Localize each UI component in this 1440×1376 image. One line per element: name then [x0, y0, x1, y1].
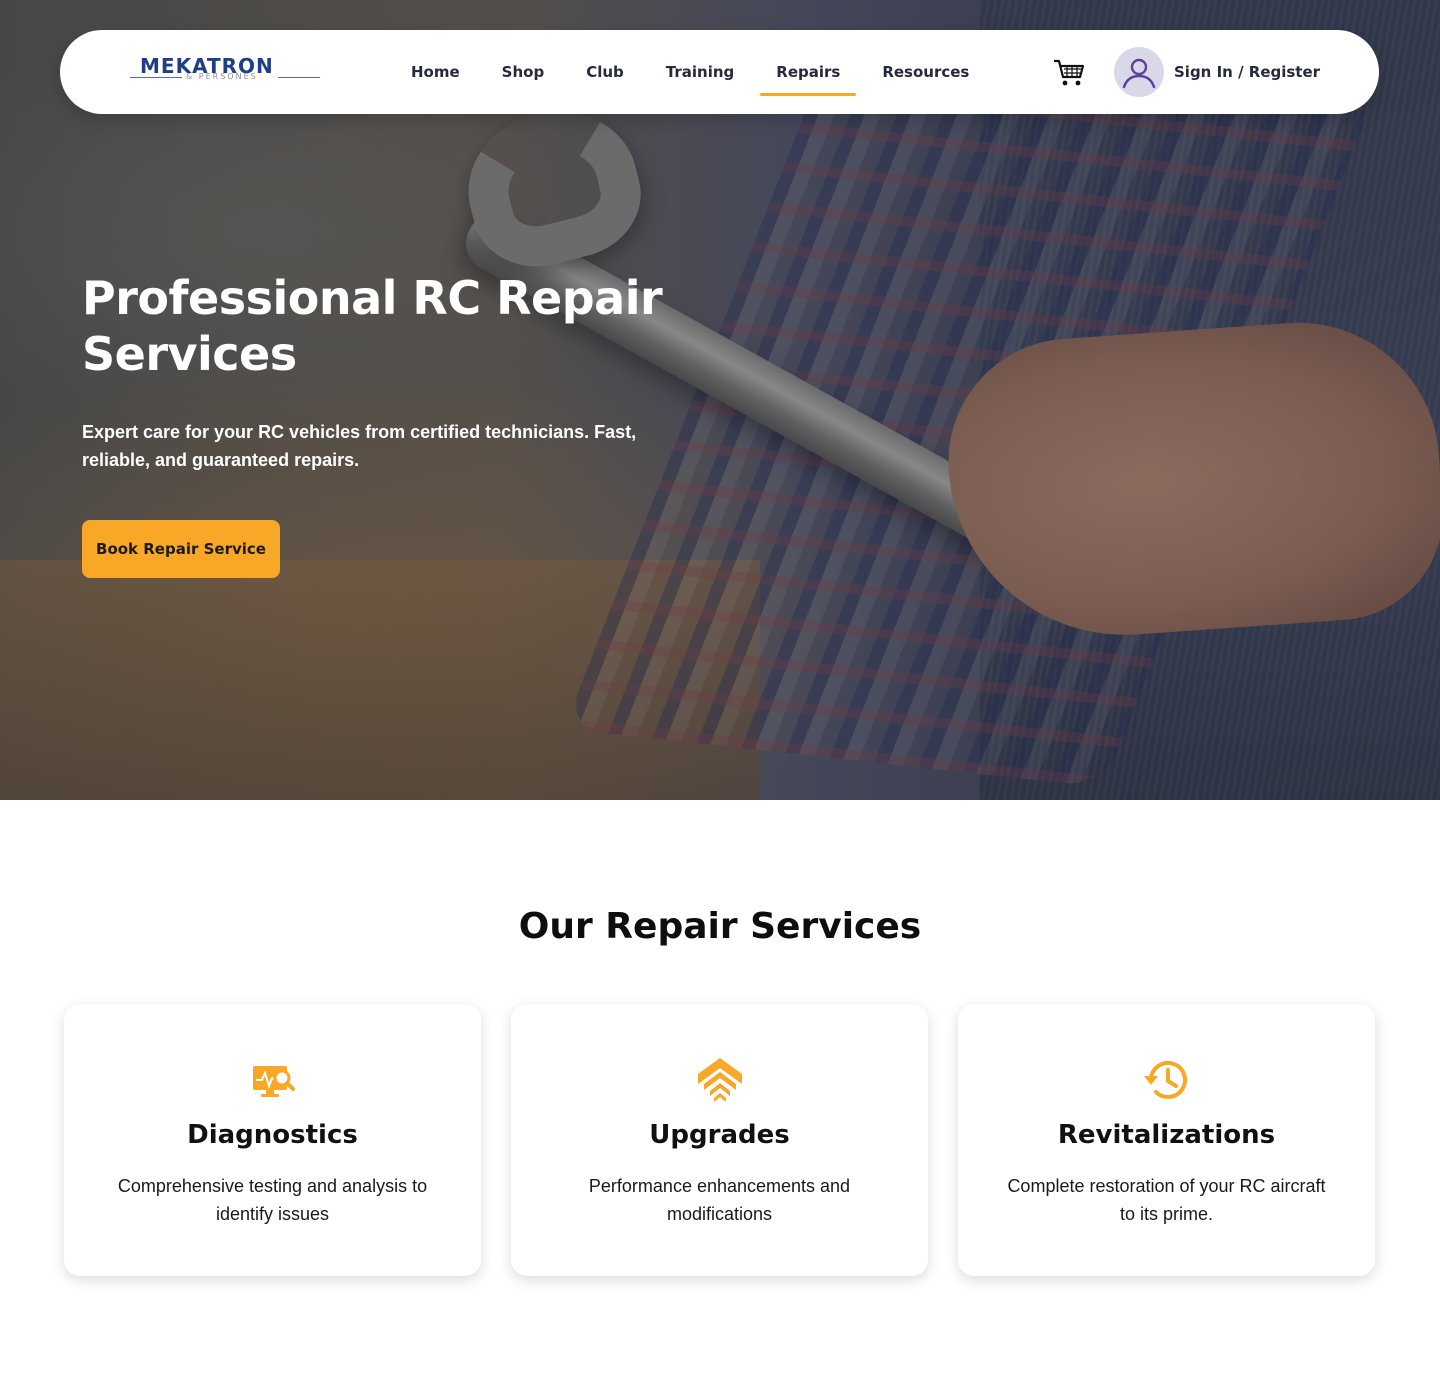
service-title: Upgrades: [649, 1120, 790, 1150]
main-nav: Home Shop Club Training Repairs Resource…: [390, 30, 990, 114]
logo-tagline: & PERSONES: [186, 72, 258, 81]
service-description: Complete restoration of your RC aircraft…: [1007, 1176, 1326, 1224]
logo-rule-right: [278, 77, 320, 78]
signin-link[interactable]: Sign In / Register: [1174, 30, 1320, 114]
nav-training[interactable]: Training: [666, 30, 734, 114]
nav-repairs[interactable]: Repairs: [760, 30, 857, 114]
service-description: Comprehensive testing and analysis to id…: [117, 1176, 428, 1224]
logo-rule-left: [130, 77, 182, 78]
history-icon: [1143, 1056, 1191, 1104]
diagnostics-icon: [249, 1056, 297, 1104]
cart-icon[interactable]: [1053, 58, 1085, 88]
service-card-revitalizations[interactable]: Revitalizations Complete restoration of …: [958, 1004, 1375, 1276]
hero-section: Professional RC Repair Services Expert c…: [0, 0, 1440, 800]
service-card-diagnostics[interactable]: Diagnostics Comprehensive testing and an…: [64, 1004, 481, 1276]
services-heading: Our Repair Services: [518, 906, 922, 947]
service-title: Revitalizations: [1057, 1120, 1276, 1150]
service-card-upgrades[interactable]: Upgrades Performance enhancements and mo…: [511, 1004, 928, 1276]
book-repair-button[interactable]: Book Repair Service: [82, 520, 280, 578]
nav-shop[interactable]: Shop: [502, 30, 545, 114]
hero-subtitle: Expert care for your RC vehicles from ce…: [82, 422, 637, 470]
nav-resources[interactable]: Resources: [882, 30, 969, 114]
nav-home[interactable]: Home: [411, 30, 460, 114]
upgrade-icon: [696, 1056, 744, 1104]
nav-club[interactable]: Club: [586, 30, 624, 114]
service-title: Diagnostics: [187, 1120, 358, 1150]
hero-content: Professional RC Repair Services Expert c…: [82, 270, 722, 578]
hero-title: Professional RC Repair Services: [82, 271, 663, 381]
user-avatar-icon[interactable]: [1114, 47, 1164, 97]
logo[interactable]: MEKATRON & PERSONES: [130, 50, 320, 94]
navbar: MEKATRON & PERSONES Home Shop Club Train…: [60, 30, 1379, 114]
service-description: Performance enhancements and modificatio…: [588, 1176, 851, 1224]
